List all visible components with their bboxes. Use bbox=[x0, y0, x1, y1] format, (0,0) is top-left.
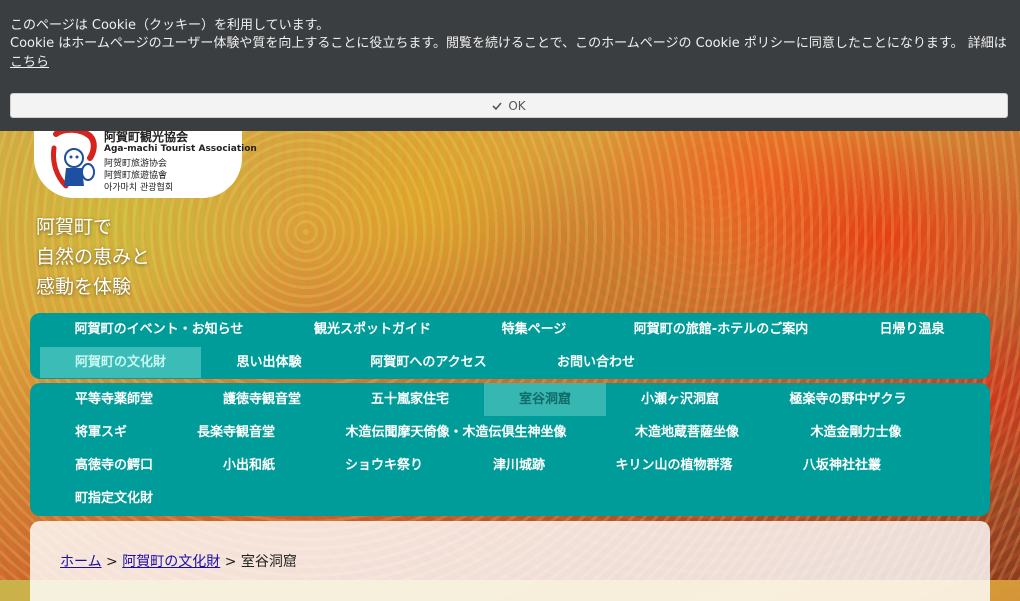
content-panel: ホーム > 阿賀町の文化財 > 室谷洞窟 bbox=[30, 521, 990, 601]
mascot-logo-icon bbox=[51, 128, 97, 189]
nav-item-feature[interactable]: 特集ページ bbox=[490, 314, 578, 345]
nav-item-access[interactable]: 阿賀町へのアクセス bbox=[361, 347, 496, 378]
subnav-item[interactable]: 五十嵐家住宅 bbox=[358, 383, 462, 416]
subnav-item[interactable]: 木造伝聞摩天倚像・木造伝倶生神坐像 bbox=[330, 416, 582, 449]
subnav-item[interactable]: 将軍スギ bbox=[60, 416, 142, 449]
subnav-item[interactable]: 平等寺薬師堂 bbox=[60, 383, 168, 416]
nav-item-hotels[interactable]: 阿賀町の旅館-ホテルのご案内 bbox=[626, 314, 816, 345]
main-navigation: 阿賀町のイベント・お知らせ 観光スポットガイド 特集ページ 阿賀町の旅館-ホテル… bbox=[30, 313, 990, 379]
subnav-item[interactable]: 高徳寺の鰐口 bbox=[60, 449, 168, 482]
subnav-item[interactable]: 八坂神社社叢 bbox=[790, 449, 894, 482]
tagline-line: 感動を体験 bbox=[36, 276, 132, 298]
check-icon bbox=[492, 101, 502, 110]
nav-item-cultural-assets[interactable]: 阿賀町の文化財 bbox=[40, 347, 201, 378]
logo-english: Aga-machi Tourist Association bbox=[104, 144, 257, 154]
sub-navigation: 平等寺薬師堂 護徳寺観音堂 五十嵐家住宅 室谷洞窟 小瀬ヶ沢洞窟 極楽寺の野中ザ… bbox=[30, 383, 990, 516]
breadcrumb-current: 室谷洞窟 bbox=[240, 554, 297, 570]
subnav-item[interactable]: 極楽寺の野中ザクラ bbox=[776, 383, 920, 416]
subnav-item[interactable]: 町指定文化財 bbox=[60, 482, 168, 515]
cookie-notice-title: このページは Cookie（クッキー）を利用しています。 bbox=[10, 18, 330, 33]
logo-korean: 아가마치 관광협회 bbox=[104, 183, 174, 193]
cookie-policy-link[interactable]: こちら bbox=[10, 55, 49, 70]
subnav-item[interactable]: 津川城跡 bbox=[480, 449, 558, 482]
subnav-item[interactable]: 小瀬ヶ沢洞窟 bbox=[628, 383, 732, 416]
cookie-ok-label: OK bbox=[508, 98, 526, 113]
nav-item-contact[interactable]: お問い合わせ bbox=[548, 347, 644, 378]
subnav-item[interactable]: ショウキ祭り bbox=[332, 449, 436, 482]
nav-item-experiences[interactable]: 思い出体験 bbox=[228, 347, 310, 378]
nav-item-spot-guide[interactable]: 観光スポットガイド bbox=[300, 314, 445, 345]
subnav-item[interactable]: キリン山の植物群落 bbox=[602, 449, 746, 482]
subnav-item[interactable]: 木造金剛力士像 bbox=[798, 416, 914, 449]
subnav-item[interactable]: 木造地蔵菩薩坐像 bbox=[624, 416, 750, 449]
subnav-item[interactable]: 護徳寺観音堂 bbox=[210, 383, 314, 416]
cookie-notice-text: Cookie はホームページのユーザー体験や質を向上することに役立ちます。閲覧を… bbox=[10, 34, 1010, 72]
subnav-item[interactable]: 長楽寺観音堂 bbox=[185, 416, 287, 449]
tagline-line: 自然の恵みと bbox=[36, 246, 151, 268]
hero-tagline: 阿賀町で 自然の恵みと 感動を体験 bbox=[36, 212, 150, 302]
cookie-banner: このページは Cookie（クッキー）を利用しています。 Cookie はホーム… bbox=[0, 0, 1020, 131]
subnav-item[interactable]: 小出和紙 bbox=[210, 449, 288, 482]
breadcrumb-home-link[interactable]: ホーム bbox=[60, 554, 102, 570]
breadcrumb: ホーム > 阿賀町の文化財 > 室谷洞窟 bbox=[60, 551, 297, 571]
cookie-ok-button[interactable]: OK bbox=[10, 93, 1008, 118]
nav-item-events[interactable]: 阿賀町のイベント・お知らせ bbox=[60, 314, 258, 345]
tagline-line: 阿賀町で bbox=[36, 216, 113, 238]
breadcrumb-separator: > bbox=[224, 554, 237, 570]
nav-item-day-onsen[interactable]: 日帰り温泉 bbox=[866, 314, 958, 345]
subnav-item-active[interactable]: 室谷洞窟 bbox=[484, 383, 606, 416]
cookie-notice-body: Cookie はホームページのユーザー体験や質を向上することに役立ちます。閲覧を… bbox=[10, 36, 1007, 51]
breadcrumb-separator: > bbox=[106, 554, 118, 570]
breadcrumb-parent-link[interactable]: 阿賀町の文化財 bbox=[122, 554, 220, 570]
